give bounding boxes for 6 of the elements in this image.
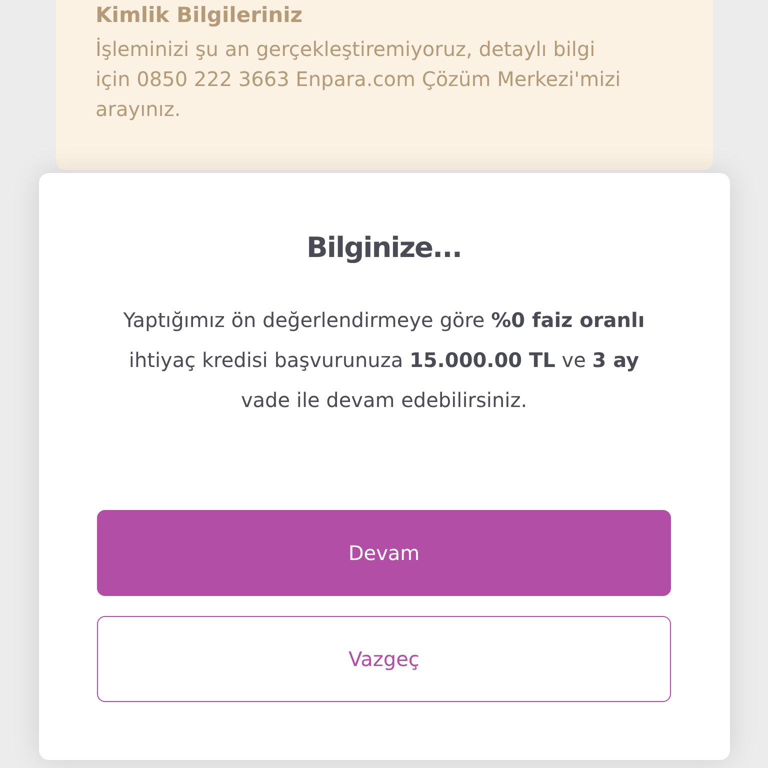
cancel-button[interactable]: Vazgeç <box>97 616 671 702</box>
card-title: Kimlik Bilgileriniz <box>96 2 304 28</box>
dialog-message: Yaptığımız ön değerlendirmeye göre %0 faiz oranlı ihtiyaç kredisi başvurunuza 15.000.00 TL ve 3 ay vade ile devam edebilirsiniz. <box>122 307 646 414</box>
dialog-title: Bilginize... <box>306 231 462 264</box>
card-message: İşleminizi şu an gerçekleştiremiyoruz, detaylı bilgi için 0850 222 3663 Enpara.com Çözüm Merkezi'mizi arayınız. <box>96 36 622 123</box>
continue-button[interactable]: Devam <box>97 510 671 596</box>
